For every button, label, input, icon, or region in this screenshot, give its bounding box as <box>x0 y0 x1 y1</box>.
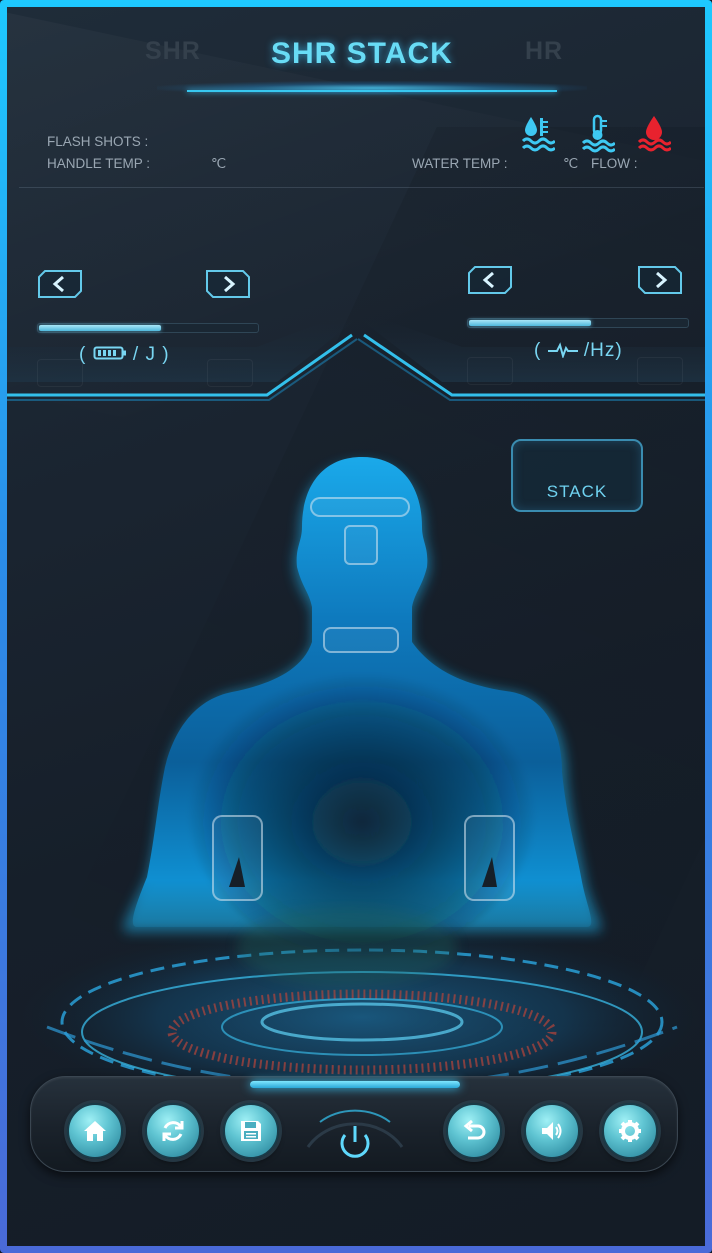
tab-hr[interactable]: HR <box>525 37 563 66</box>
frequency-decrease-button[interactable] <box>467 265 513 295</box>
back-icon <box>463 1119 486 1140</box>
zone-chin[interactable] <box>344 525 378 565</box>
zone-left-arm[interactable] <box>212 815 263 901</box>
energy-increase-button[interactable] <box>205 269 251 299</box>
mode-tabs: SHR SHR STACK HR <box>7 7 705 107</box>
zone-right-arm[interactable] <box>464 815 515 901</box>
refresh-button[interactable] <box>145 1103 201 1159</box>
pulse-icon <box>547 342 578 360</box>
chevron-right-icon <box>638 266 682 294</box>
ghost-button <box>467 357 513 385</box>
save-icon <box>241 1121 261 1141</box>
energy-slider-fill <box>39 325 161 331</box>
power-button[interactable] <box>300 1102 410 1162</box>
app-window: SHR SHR STACK HR FLASH SHOTS : HANDLE TE… <box>0 0 712 1253</box>
frequency-unit-label: ( /Hz) <box>534 340 623 362</box>
battery-icon <box>93 346 126 360</box>
water-temp-unit: ℃ <box>563 156 579 171</box>
tab-shr-stack[interactable]: SHR STACK <box>271 37 453 71</box>
frequency-slider-fill <box>469 320 591 326</box>
flow-label: FLOW : <box>591 156 638 171</box>
chevron-left-icon <box>468 266 512 294</box>
water-temp-label: WATER TEMP : <box>412 156 508 171</box>
volume-icon <box>542 1122 562 1140</box>
chevron-right-icon <box>206 270 250 298</box>
tab-glow <box>157 81 587 95</box>
handle-temp-label: HANDLE TEMP : <box>47 156 151 171</box>
energy-unit-text: / J ) <box>132 344 170 365</box>
power-icon <box>306 1109 404 1158</box>
tab-underline <box>187 90 557 92</box>
volume-button[interactable] <box>524 1103 580 1159</box>
water-temp-icon <box>581 114 615 153</box>
save-button[interactable] <box>223 1103 279 1159</box>
energy-unit-label: ( / J ) <box>79 344 170 366</box>
handle-temp-unit: ℃ <box>211 156 227 171</box>
frequency-unit-text: /Hz) <box>583 340 623 361</box>
dock-highlight <box>250 1081 460 1088</box>
frequency-slider[interactable] <box>467 318 689 328</box>
home-icon <box>84 1121 106 1141</box>
refresh-icon <box>162 1121 184 1141</box>
tab-shr[interactable]: SHR <box>145 37 201 66</box>
flash-shots-label: FLASH SHOTS : <box>47 134 149 149</box>
frequency-increase-button[interactable] <box>637 265 683 295</box>
home-button[interactable] <box>67 1103 123 1159</box>
water-level-icon <box>521 117 555 152</box>
ghost-button <box>637 357 683 385</box>
energy-slider[interactable] <box>37 323 259 333</box>
settings-icon <box>619 1120 641 1142</box>
settings-button[interactable] <box>602 1103 658 1159</box>
open-paren: ( <box>534 340 542 361</box>
info-divider <box>19 187 704 188</box>
zone-forehead[interactable] <box>310 497 410 517</box>
flow-icon <box>637 116 671 152</box>
back-button[interactable] <box>446 1103 502 1159</box>
zone-neck[interactable] <box>323 627 399 653</box>
energy-decrease-button[interactable] <box>37 269 83 299</box>
chevron-left-icon <box>38 270 82 298</box>
ghost-button <box>37 359 83 387</box>
open-paren: ( <box>79 344 87 365</box>
ghost-button <box>207 359 253 387</box>
